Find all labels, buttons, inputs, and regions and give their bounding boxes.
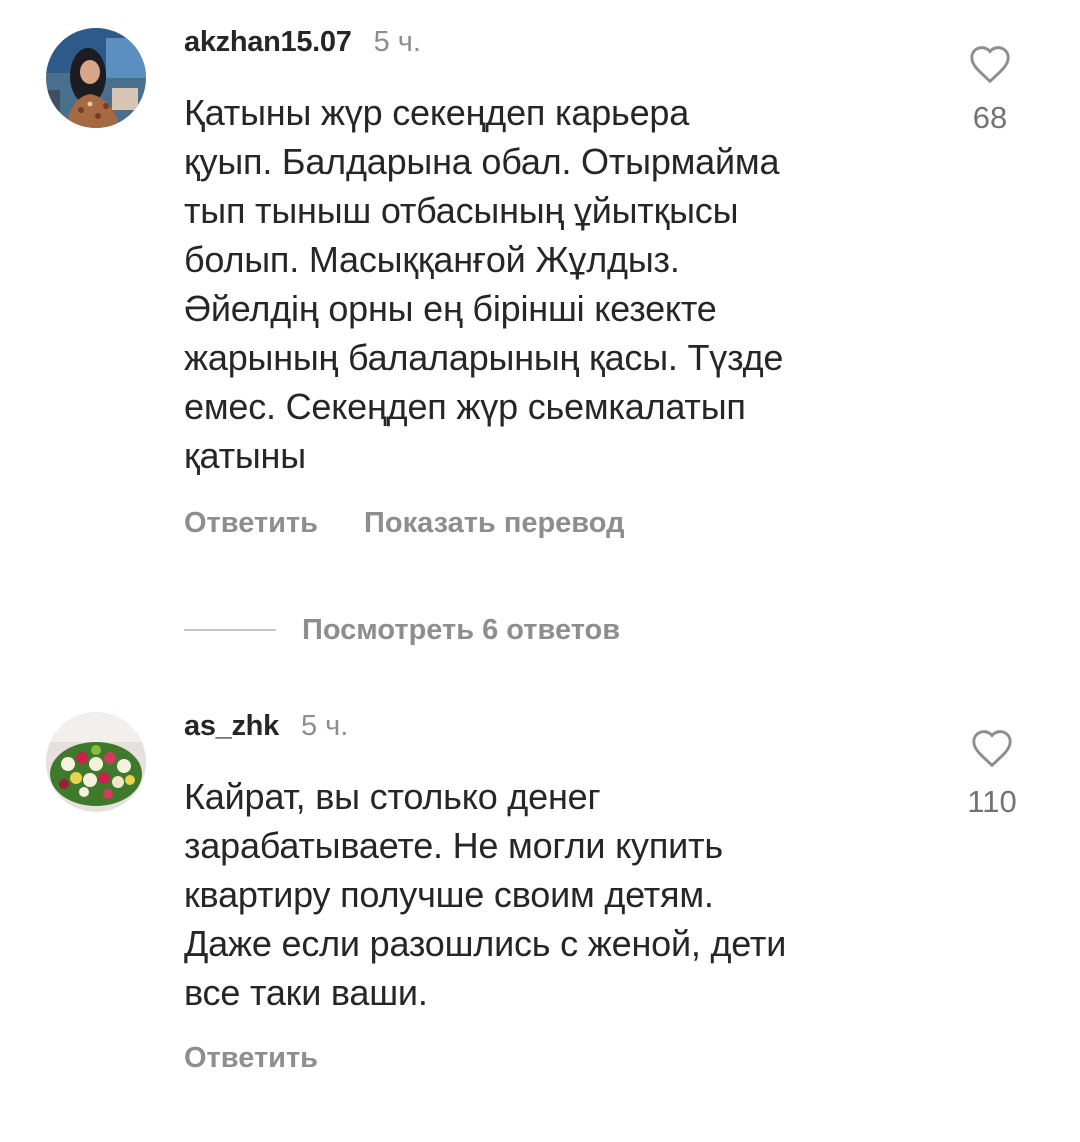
heart-outline-icon [970, 46, 1010, 84]
comment-header: as_zhk 5 ч. [184, 710, 348, 750]
reply-button[interactable]: Ответить [184, 1042, 318, 1075]
comment-actions: Ответить Показать перевод [184, 507, 671, 540]
comment-text: Қатыны жүр секеңдеп карьера қуып. Балдар… [184, 92, 784, 476]
comment-item: akzhan15.07 5 ч. Қатыны жүр секеңдеп кар… [0, 0, 1080, 600]
view-replies-button[interactable]: Посмотреть 6 ответов [184, 612, 620, 648]
comment-text: Кайрат, вы столько денег зарабатываете. … [184, 776, 787, 1013]
view-replies-label: Посмотреть 6 ответов [302, 613, 621, 646]
user-photo-icon [46, 712, 146, 812]
show-translation-button[interactable]: Показать перевод [364, 507, 624, 540]
comment-actions: Ответить [184, 1042, 364, 1075]
avatar[interactable] [46, 28, 146, 128]
username[interactable]: akzhan15.07 [184, 26, 352, 59]
comment-header: akzhan15.07 5 ч. [184, 26, 421, 66]
username[interactable]: as_zhk [184, 710, 279, 743]
like-count: 68 [972, 100, 1008, 135]
avatar[interactable] [46, 712, 146, 812]
heart-outline-icon [972, 730, 1012, 768]
reply-button[interactable]: Ответить [184, 507, 318, 540]
comment-item: as_zhk 5 ч. Кайрат, вы столько денег зар… [0, 690, 1080, 1142]
timestamp: 5 ч. [300, 710, 349, 742]
user-photo-icon [46, 28, 146, 128]
like-button[interactable]: 68 [940, 44, 1040, 136]
like-count: 110 [967, 784, 1017, 819]
like-button[interactable]: 110 [942, 728, 1042, 820]
replies-divider [184, 629, 276, 631]
timestamp: 5 ч. [373, 26, 421, 58]
